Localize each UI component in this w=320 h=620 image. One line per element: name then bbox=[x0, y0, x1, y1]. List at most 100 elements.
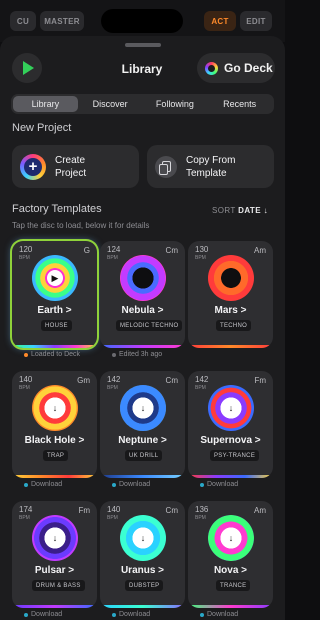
bpm-unit: BPM bbox=[107, 255, 118, 261]
copy-from-template-button[interactable]: Copy From Template bbox=[147, 145, 274, 188]
factory-templates-heading: Factory Templates bbox=[12, 203, 102, 215]
template-key: Fm bbox=[78, 506, 90, 515]
tab-discover[interactable]: Discover bbox=[78, 96, 143, 112]
template-color-bar bbox=[188, 345, 273, 348]
download-icon: ↓ bbox=[135, 400, 151, 416]
template-bpm: 174 BPM bbox=[19, 506, 32, 522]
loaded-play-icon: ▶ bbox=[47, 270, 63, 286]
library-sheet: Library Go Deck Library Discover Followi… bbox=[0, 36, 285, 620]
template-name[interactable]: Mars > bbox=[188, 305, 273, 316]
template-status: Edited 3h ago bbox=[112, 351, 162, 358]
sort-label: SORT bbox=[212, 206, 236, 215]
bpm-value: 136 bbox=[195, 505, 209, 514]
bpm-value: 124 bbox=[107, 245, 121, 254]
template-key: Am bbox=[254, 506, 266, 515]
bpm-unit: BPM bbox=[19, 385, 30, 391]
template-color-bar bbox=[100, 345, 185, 348]
template-disc[interactable]: ↓ bbox=[120, 515, 166, 561]
camera-notch bbox=[101, 9, 183, 33]
template-disc[interactable] bbox=[120, 255, 166, 301]
master-button[interactable]: MASTER bbox=[40, 11, 84, 31]
status-text: Download bbox=[31, 611, 63, 618]
template-card[interactable]: 142 BPM Fm ↓ Supernova > PSY-TRANCE bbox=[188, 371, 273, 478]
status-dot bbox=[24, 612, 28, 617]
status-text: Download bbox=[119, 611, 151, 618]
download-icon: ↓ bbox=[223, 400, 239, 416]
template-card[interactable]: 142 BPM Cm ↓ Neptune > UK DRILL bbox=[100, 371, 185, 478]
template-bpm: 130 BPM bbox=[195, 246, 208, 262]
bpm-value: 142 bbox=[195, 375, 209, 384]
template-disc[interactable]: ↓ bbox=[208, 515, 254, 561]
template-color-bar bbox=[12, 475, 97, 478]
create-project-button[interactable]: + Create Project bbox=[12, 145, 139, 188]
edit-button[interactable]: EDIT bbox=[240, 11, 272, 31]
template-card[interactable]: 124 BPM Cm Nebula > MELODIC TECHNO bbox=[100, 241, 185, 348]
template-card[interactable]: 136 BPM Am ↓ Nova > TRANCE bbox=[188, 501, 273, 608]
template-name[interactable]: Pulsar > bbox=[12, 565, 97, 576]
template-name[interactable]: Earth > bbox=[12, 305, 97, 316]
status-dot bbox=[200, 612, 204, 617]
template-disc[interactable]: ▶ bbox=[32, 255, 78, 301]
tab-following[interactable]: Following bbox=[143, 96, 208, 112]
go-deck-button[interactable]: Go Deck bbox=[197, 53, 275, 83]
template-card[interactable]: 140 BPM Cm ↓ Uranus > DUBSTEP bbox=[100, 501, 185, 608]
template-color-bar bbox=[12, 605, 97, 608]
template-disc[interactable]: ↓ bbox=[32, 385, 78, 431]
template-disc[interactable] bbox=[208, 255, 254, 301]
tab-recents[interactable]: Recents bbox=[207, 96, 272, 112]
download-icon: ↓ bbox=[47, 530, 63, 546]
template-card[interactable]: 140 BPM Gm ↓ Black Hole > TRAP bbox=[12, 371, 97, 478]
play-icon bbox=[23, 61, 34, 75]
tab-library[interactable]: Library bbox=[13, 96, 78, 112]
template-genre-badge: TRANCE bbox=[216, 580, 251, 591]
template-disc[interactable]: ↓ bbox=[120, 385, 166, 431]
template-status[interactable]: Download bbox=[112, 481, 150, 488]
act-button[interactable]: ACT bbox=[204, 11, 236, 31]
library-tabs: Library Discover Following Recents bbox=[11, 94, 274, 114]
template-bpm: 120 BPM bbox=[19, 246, 32, 262]
template-disc[interactable]: ↓ bbox=[32, 515, 78, 561]
template-disc[interactable]: ↓ bbox=[208, 385, 254, 431]
template-status[interactable]: Download bbox=[24, 481, 62, 488]
template-key: Gm bbox=[77, 376, 90, 385]
copy-template-label: Copy From Template bbox=[186, 154, 236, 179]
status-dot bbox=[24, 482, 28, 487]
status-dot bbox=[112, 612, 116, 617]
template-card[interactable]: 130 BPM Am Mars > TECHNO bbox=[188, 241, 273, 348]
copy-template-icon bbox=[155, 155, 177, 178]
status-dot bbox=[24, 352, 28, 357]
template-name[interactable]: Black Hole > bbox=[12, 435, 97, 446]
template-bpm: 142 BPM bbox=[195, 376, 208, 392]
cue-button[interactable]: CU bbox=[10, 11, 36, 31]
bpm-unit: BPM bbox=[195, 515, 206, 521]
create-project-label: Create Project bbox=[55, 154, 87, 179]
sort-control[interactable]: SORT DATE ↓ bbox=[212, 206, 268, 215]
template-name[interactable]: Uranus > bbox=[100, 565, 185, 576]
template-card[interactable]: 120 BPM G ▶ Earth > HOUSE bbox=[12, 241, 97, 348]
template-card[interactable]: 174 BPM Fm ↓ Pulsar > DRUM & BASS bbox=[12, 501, 97, 608]
status-dot bbox=[112, 352, 116, 357]
template-color-bar bbox=[12, 345, 97, 348]
template-name[interactable]: Nebula > bbox=[100, 305, 185, 316]
template-name[interactable]: Supernova > bbox=[188, 435, 273, 446]
template-key: G bbox=[83, 246, 90, 255]
template-status[interactable]: Download bbox=[200, 611, 238, 618]
template-bpm: 124 BPM bbox=[107, 246, 120, 262]
download-icon: ↓ bbox=[135, 530, 151, 546]
template-name[interactable]: Nova > bbox=[188, 565, 273, 576]
sheet-grabber[interactable] bbox=[125, 43, 161, 47]
status-text: Edited 3h ago bbox=[119, 351, 163, 358]
status-dot bbox=[112, 482, 116, 487]
template-key: Cm bbox=[165, 506, 178, 515]
template-color-bar bbox=[188, 605, 273, 608]
bpm-unit: BPM bbox=[107, 385, 118, 391]
bpm-value: 174 bbox=[19, 505, 33, 514]
template-genre-badge: MELODIC TECHNO bbox=[116, 320, 183, 331]
bpm-value: 140 bbox=[19, 375, 33, 384]
template-status[interactable]: Download bbox=[200, 481, 238, 488]
template-name[interactable]: Neptune > bbox=[100, 435, 185, 446]
template-status[interactable]: Download bbox=[112, 611, 150, 618]
template-status[interactable]: Download bbox=[24, 611, 62, 618]
template-genre-badge: DRUM & BASS bbox=[32, 580, 85, 591]
play-button[interactable] bbox=[12, 53, 42, 83]
